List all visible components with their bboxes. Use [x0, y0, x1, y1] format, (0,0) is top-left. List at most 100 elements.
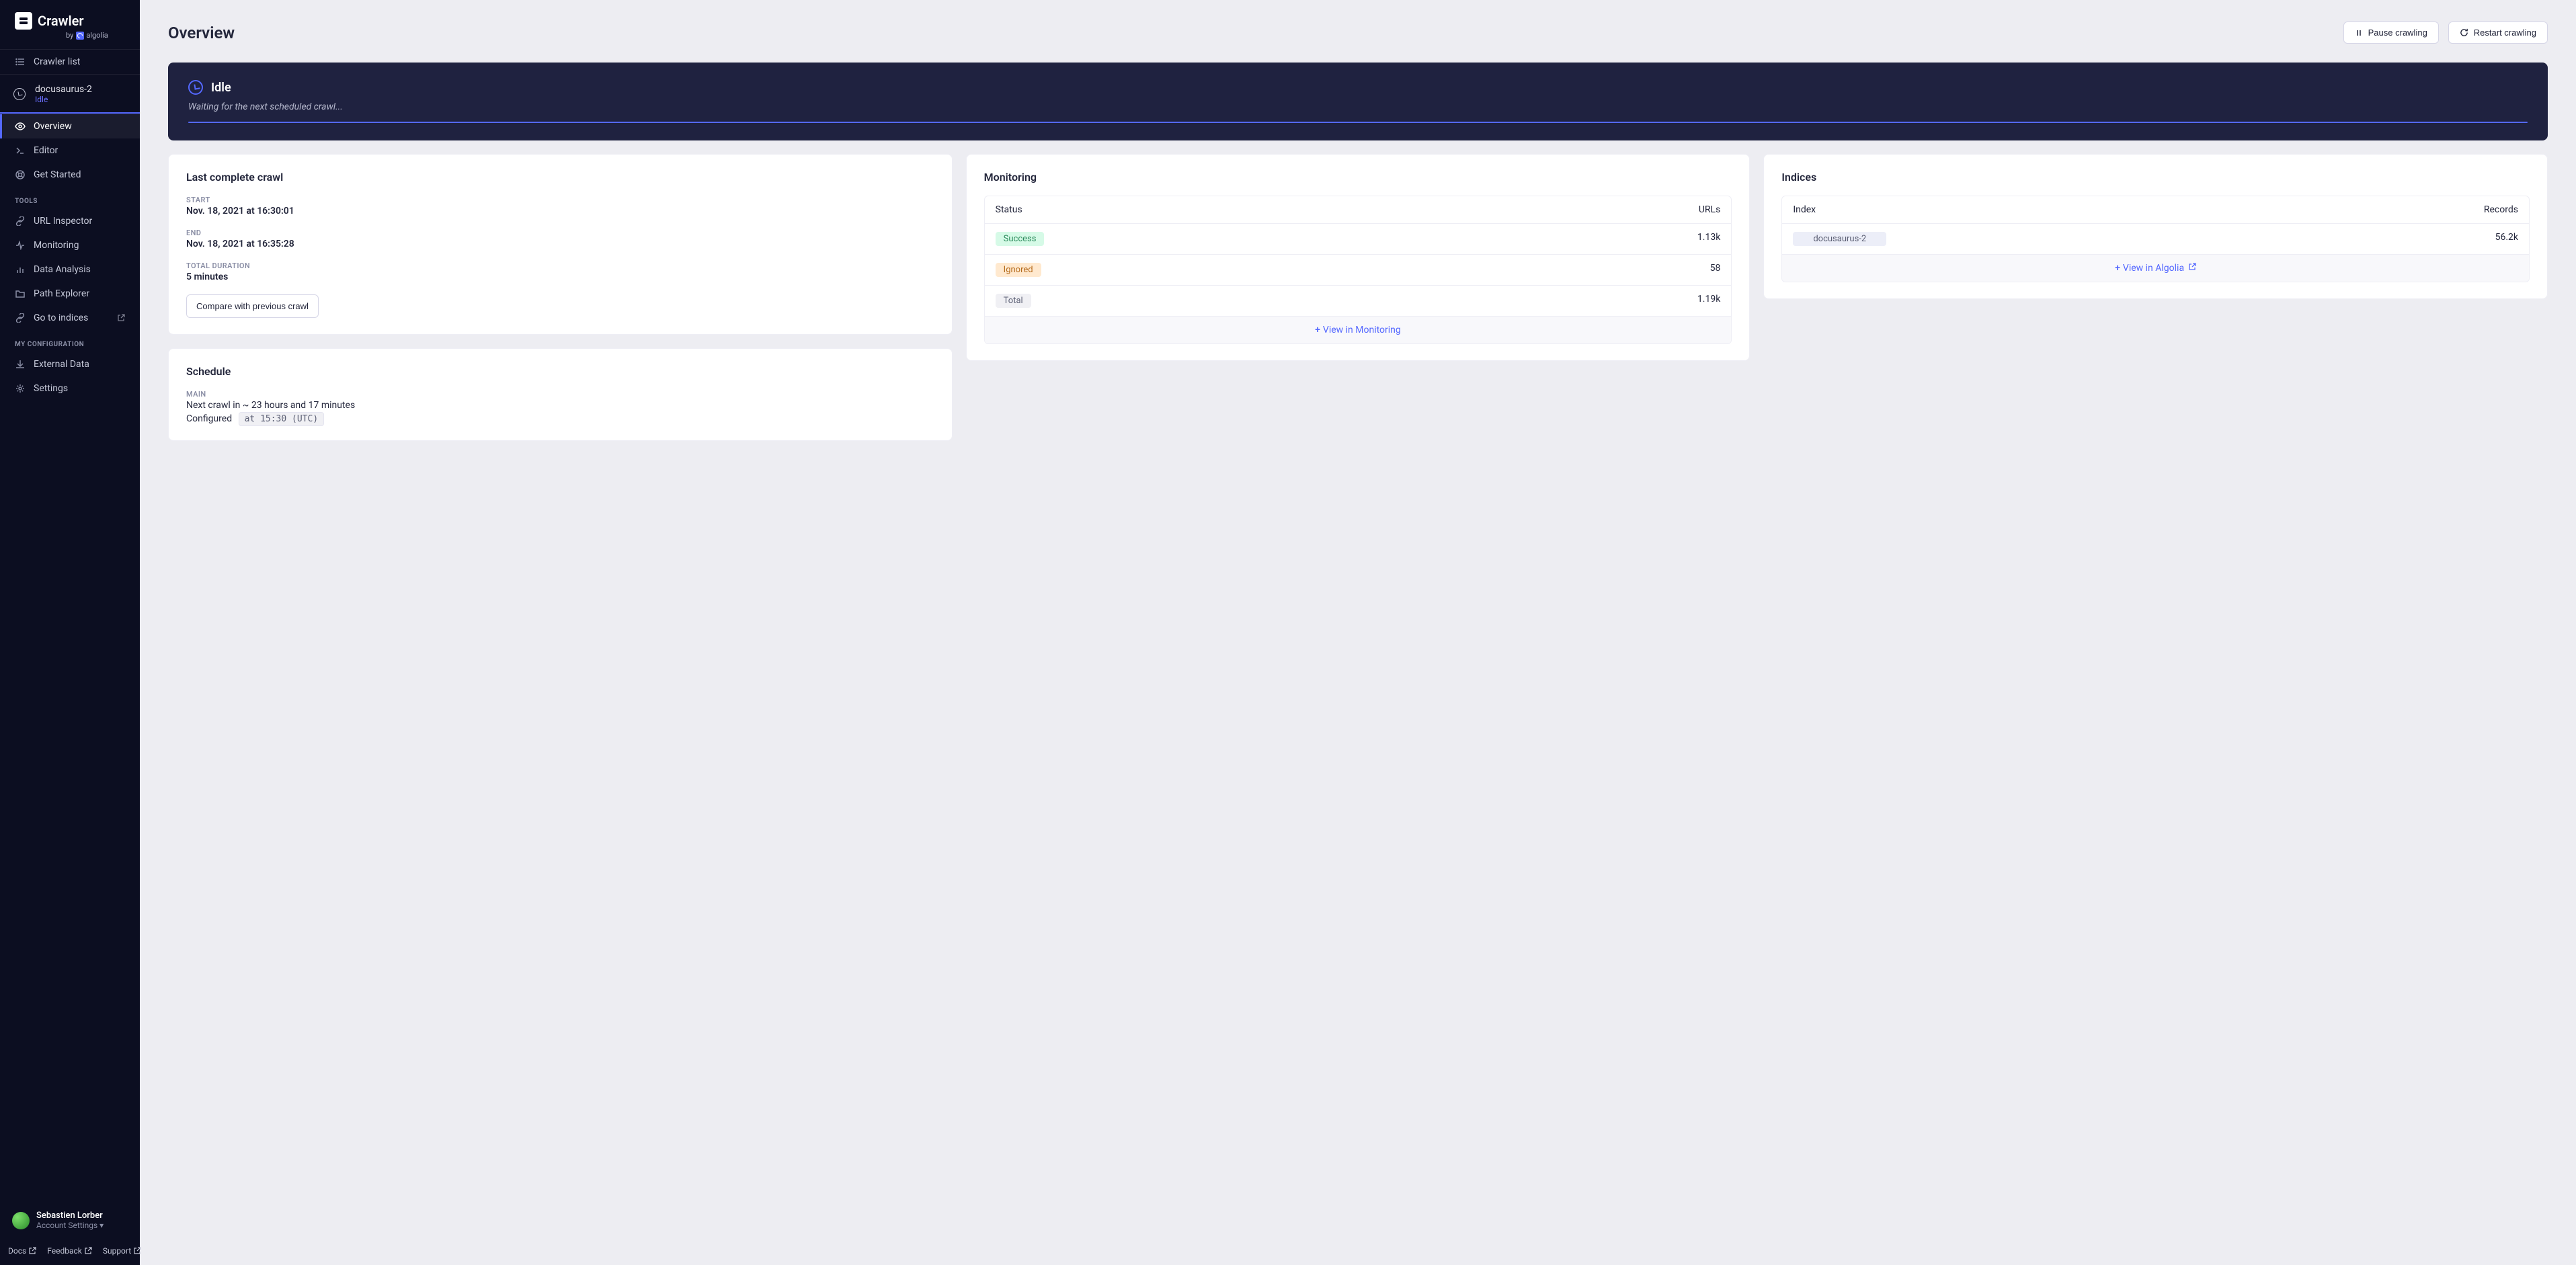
indices-col-index: Index	[1793, 204, 1816, 215]
monitoring-row-total: Total 1.19k	[985, 286, 1732, 317]
records-value: 56.2k	[2495, 232, 2518, 246]
sidebar-monitoring-label: Monitoring	[34, 240, 79, 251]
download-icon	[15, 359, 26, 370]
duration-value: 5 minutes	[186, 272, 934, 282]
user-block[interactable]: Sebastien Lorber Account Settings ▾	[0, 1201, 140, 1239]
footer-links: Docs Feedback Support	[0, 1239, 140, 1265]
indices-col-records: Records	[2484, 204, 2518, 215]
end-value: Nov. 18, 2021 at 16:35:28	[186, 239, 934, 249]
algolia-mark-icon	[76, 32, 84, 40]
sidebar-data-analysis-label: Data Analysis	[34, 264, 91, 275]
last-crawl-title: Last complete crawl	[186, 171, 934, 183]
sidebar-get-started-label: Get Started	[34, 169, 81, 180]
brand-name: Crawler	[38, 13, 84, 29]
duration-label: TOTAL DURATION	[186, 261, 934, 270]
sidebar-item-crawler-list[interactable]: Crawler list	[0, 50, 140, 74]
external-link-icon	[28, 1247, 36, 1255]
user-name: Sebastien Lorber	[36, 1211, 104, 1221]
sidebar-config-heading: MY CONFIGURATION	[0, 330, 140, 352]
compare-crawl-button[interactable]: Compare with previous crawl	[186, 294, 319, 318]
schedule-configured: Configured	[186, 413, 232, 424]
eye-icon	[15, 121, 26, 132]
footer-docs[interactable]: Docs	[8, 1246, 36, 1256]
pause-icon	[2355, 29, 2363, 37]
view-in-monitoring-link[interactable]: + View in Monitoring	[985, 317, 1732, 343]
sidebar-settings-label: Settings	[34, 383, 68, 394]
start-label: START	[186, 196, 934, 204]
monitoring-col-status: Status	[996, 204, 1022, 215]
sidebar-url-inspector-label: URL Inspector	[34, 216, 92, 227]
total-value: 1.19k	[1697, 294, 1720, 308]
status-message: Waiting for the next scheduled crawl...	[188, 101, 2528, 112]
view-in-algolia-link[interactable]: + View in Algolia	[1782, 255, 2529, 282]
bar-chart-icon	[15, 264, 26, 275]
monitoring-card: Monitoring Status URLs Success 1.13k Ign…	[966, 154, 1750, 361]
total-pill: Total	[996, 294, 1031, 308]
monitoring-table: Status URLs Success 1.13k Ignored 58 Tot…	[984, 196, 1732, 344]
sidebar-item-get-started[interactable]: Get Started	[0, 163, 140, 187]
terminal-icon	[15, 145, 26, 156]
monitoring-title: Monitoring	[984, 171, 1732, 183]
refresh-icon	[2460, 28, 2468, 37]
plus-icon: +	[2115, 263, 2120, 274]
list-icon	[15, 56, 26, 67]
sidebar-path-explorer-label: Path Explorer	[34, 288, 89, 299]
clock-icon	[188, 80, 203, 95]
sidebar-item-path-explorer[interactable]: Path Explorer	[0, 282, 140, 306]
footer-feedback[interactable]: Feedback	[47, 1246, 92, 1256]
sidebar-tools-heading: TOOLS	[0, 187, 140, 209]
sidebar-editor-label: Editor	[34, 145, 58, 156]
crawler-entry[interactable]: docusaurus-2 Idle	[0, 75, 140, 114]
brand-block: Crawler by algolia	[0, 0, 140, 50]
schedule-title: Schedule	[186, 365, 934, 378]
crawler-progress-bar	[0, 112, 140, 114]
monitoring-row-ignored: Ignored 58	[985, 255, 1732, 286]
avatar	[12, 1212, 30, 1229]
crawler-name: docusaurus-2	[35, 84, 92, 95]
indices-table: Index Records docusaurus-2 56.2k + View …	[1781, 196, 2530, 282]
sidebar-go-to-indices-label: Go to indices	[34, 313, 88, 323]
link-icon	[15, 313, 26, 323]
success-value: 1.13k	[1697, 232, 1720, 246]
crawler-logo-icon	[15, 12, 32, 30]
external-link-icon	[84, 1247, 92, 1255]
start-value: Nov. 18, 2021 at 16:30:01	[186, 206, 934, 216]
indices-card: Indices Index Records docusaurus-2 56.2k…	[1763, 154, 2548, 299]
monitoring-header-row: Status URLs	[985, 196, 1732, 224]
crawler-status: Idle	[35, 95, 92, 104]
sidebar-item-url-inspector[interactable]: URL Inspector	[0, 209, 140, 233]
sidebar-item-data-analysis[interactable]: Data Analysis	[0, 257, 140, 282]
monitoring-row-success: Success 1.13k	[985, 224, 1732, 255]
sidebar-item-overview[interactable]: Overview	[0, 114, 140, 138]
sidebar-item-editor[interactable]: Editor	[0, 138, 140, 163]
schedule-next: Next crawl in ~ 23 hours and 17 minutes	[186, 400, 934, 411]
external-link-icon	[117, 314, 125, 322]
link-icon	[15, 216, 26, 227]
success-pill: Success	[996, 232, 1045, 246]
sidebar-item-go-to-indices[interactable]: Go to indices	[0, 306, 140, 330]
external-link-icon	[2188, 263, 2196, 271]
sidebar-crawler-list-label: Crawler list	[34, 56, 80, 67]
folder-icon	[15, 288, 26, 299]
schedule-code: at 15:30 (UTC)	[239, 412, 325, 426]
sidebar-item-monitoring[interactable]: Monitoring	[0, 233, 140, 257]
end-label: END	[186, 229, 934, 237]
algolia-badge: algolia	[76, 31, 108, 40]
schedule-main-label: MAIN	[186, 390, 934, 399]
sidebar: Crawler by algolia Crawler list docusaur…	[0, 0, 140, 1265]
topbar: Overview Pause crawling Restart crawling	[140, 0, 2576, 63]
footer-support[interactable]: Support	[103, 1246, 141, 1256]
indices-title: Indices	[1781, 171, 2530, 183]
indices-row: docusaurus-2 56.2k	[1782, 224, 2529, 255]
life-ring-icon	[15, 169, 26, 180]
pause-crawling-button[interactable]: Pause crawling	[2343, 22, 2439, 44]
activity-icon	[15, 240, 26, 251]
schedule-card: Schedule MAIN Next crawl in ~ 23 hours a…	[168, 348, 953, 441]
indices-header-row: Index Records	[1782, 196, 2529, 224]
account-settings-link[interactable]: Account Settings ▾	[36, 1221, 104, 1230]
index-name-pill: docusaurus-2	[1793, 232, 1886, 246]
sidebar-item-external-data[interactable]: External Data	[0, 352, 140, 376]
sidebar-item-settings[interactable]: Settings	[0, 376, 140, 401]
restart-crawling-button[interactable]: Restart crawling	[2448, 22, 2548, 44]
sidebar-overview-label: Overview	[34, 121, 72, 132]
